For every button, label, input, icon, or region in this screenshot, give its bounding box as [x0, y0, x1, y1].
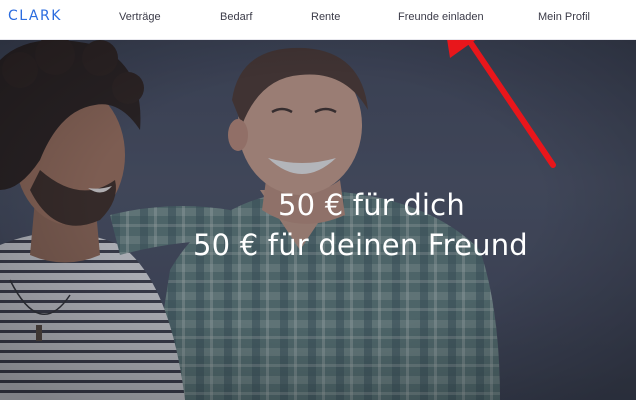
clark-logo[interactable]: CLARK	[8, 8, 62, 24]
hero-headline-line-2: 50 € für deinen Freund	[193, 228, 528, 262]
nav-item-mein-profil[interactable]: Mein Profil	[538, 11, 590, 23]
top-navigation-bar: CLARK Verträge Bedarf Rente Freunde einl…	[0, 0, 636, 40]
hero-banner: 50 € für dich 50 € für deinen Freund	[0, 40, 636, 400]
nav-item-bedarf[interactable]: Bedarf	[220, 11, 252, 23]
hero-headline-line-1: 50 € für dich	[278, 188, 465, 222]
nav-item-vertraege[interactable]: Verträge	[119, 11, 161, 23]
nav-item-freunde-einladen[interactable]: Freunde einladen	[398, 11, 484, 23]
nav-item-rente[interactable]: Rente	[311, 11, 340, 23]
